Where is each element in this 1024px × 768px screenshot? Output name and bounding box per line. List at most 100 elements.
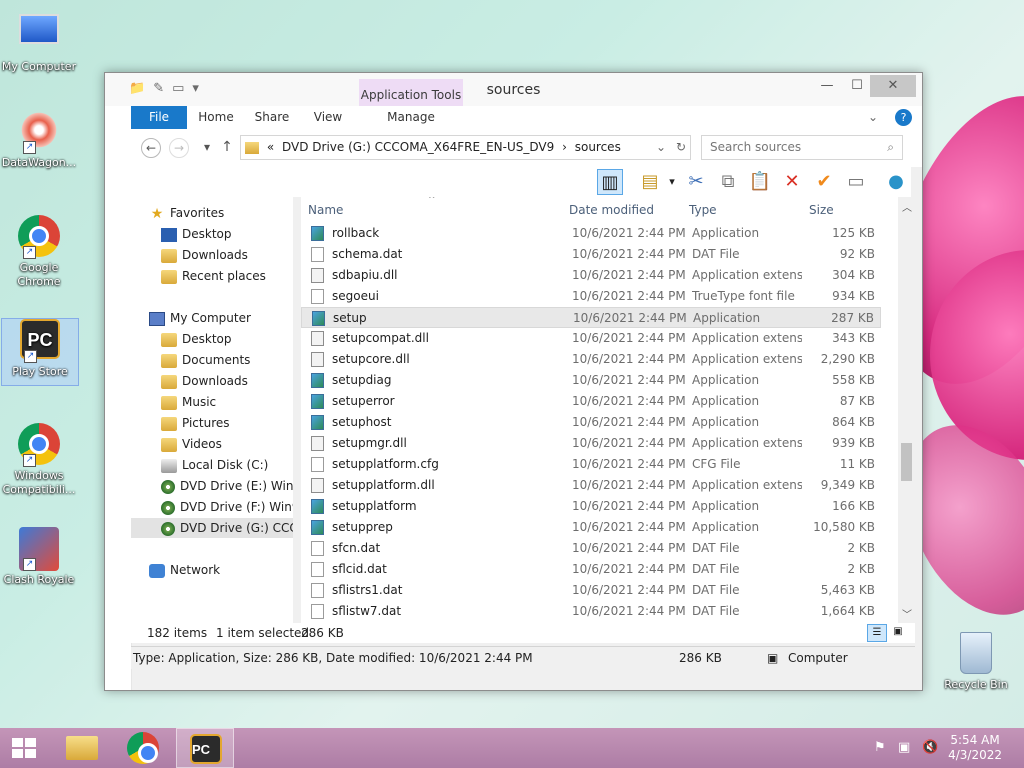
nav-music[interactable]: Music: [161, 392, 293, 412]
start-button[interactable]: [0, 728, 48, 768]
help-icon[interactable]: ?: [895, 109, 912, 126]
nav-dvd-drive-f[interactable]: DVD Drive (F:) Win98: [161, 497, 293, 517]
nav-network[interactable]: Network: [149, 560, 293, 580]
taskbar-emulator[interactable]: PC: [176, 728, 234, 768]
taskbar-chrome[interactable]: [114, 728, 172, 768]
file-row[interactable]: setupprep 10/6/2021 2:44 PM Application 10,…: [301, 517, 881, 538]
address-bar[interactable]: « DVD Drive (G:) CCCOMA_X64FRE_EN-US_DV9…: [240, 135, 691, 160]
up-button[interactable]: ↑: [217, 138, 237, 158]
file-row[interactable]: schema.dat 10/6/2021 2:44 PM DAT File 92 KB: [301, 244, 881, 265]
forward-button[interactable]: →: [169, 138, 189, 158]
desktop-icon-clash-royale[interactable]: ↗ Clash Royale: [0, 527, 78, 587]
address-prefix[interactable]: «: [267, 140, 274, 154]
file-row[interactable]: sflcid.dat 10/6/2021 2:44 PM DAT File 2 KB: [301, 559, 881, 580]
nav-desktop[interactable]: Desktop: [161, 329, 293, 349]
back-button[interactable]: ←: [141, 138, 161, 158]
nav-downloads[interactable]: Downloads: [161, 371, 293, 391]
desktop-icon-play-store[interactable]: PC ↗ Play Store: [1, 318, 79, 386]
file-row[interactable]: setupplatform 10/6/2021 2:44 PM Applicatio…: [301, 496, 881, 517]
tab-manage[interactable]: Manage: [359, 106, 463, 129]
column-header-date[interactable]: Date modified: [569, 203, 654, 217]
rename-icon[interactable]: ▭: [843, 169, 869, 195]
taskbar-file-explorer[interactable]: [54, 728, 112, 768]
file-row[interactable]: setuperror 10/6/2021 2:44 PM Application 87…: [301, 391, 881, 412]
minimize-button[interactable]: —: [812, 75, 842, 97]
file-row[interactable]: rollback 10/6/2021 2:44 PM Application 125 …: [301, 223, 881, 244]
file-row[interactable]: sfcn.dat 10/6/2021 2:44 PM DAT File 2 KB: [301, 538, 881, 559]
file-type: TrueType font file: [692, 289, 795, 303]
file-name: sflcid.dat: [332, 562, 387, 576]
nav-pictures[interactable]: Pictures: [161, 413, 293, 433]
recent-locations-icon[interactable]: ▾: [197, 138, 217, 158]
cut-icon[interactable]: ✂: [683, 169, 709, 195]
tab-view[interactable]: View: [305, 106, 351, 129]
file-row[interactable]: setupplatform.cfg 10/6/2021 2:44 PM CFG Fi…: [301, 454, 881, 475]
dll-icon: [311, 478, 324, 493]
column-header-type[interactable]: Type: [689, 203, 717, 217]
file-row[interactable]: setupcore.dll 10/6/2021 2:44 PM Applicatio…: [301, 349, 881, 370]
file-row[interactable]: setupdiag 10/6/2021 2:44 PM Application 558…: [301, 370, 881, 391]
globe-icon[interactable]: ●: [883, 169, 909, 195]
vertical-scrollbar[interactable]: ︿ ﹀: [898, 197, 915, 623]
file-row[interactable]: setup 10/6/2021 2:44 PM Application 287 KB: [301, 307, 881, 328]
nav-local-disk-c[interactable]: Local Disk (C:): [161, 455, 293, 475]
file-row[interactable]: sflistw7.dat 10/6/2021 2:44 PM DAT File 1,6…: [301, 601, 881, 622]
column-header-name[interactable]: Name: [308, 203, 343, 217]
network-tray-icon[interactable]: ▣: [898, 740, 910, 755]
volume-muted-icon[interactable]: 🔇: [922, 740, 938, 755]
tab-file[interactable]: File: [131, 106, 187, 129]
desktop-icon-windows-compatibility[interactable]: ↗ Windows Compatibili...: [0, 423, 78, 497]
file-row[interactable]: segoeui 10/6/2021 2:44 PM TrueType font fi…: [301, 286, 881, 307]
scroll-up-icon[interactable]: ︿: [902, 199, 912, 214]
nav-videos[interactable]: Videos: [161, 434, 293, 454]
file-icon: [311, 541, 324, 556]
file-size: 92 KB: [839, 247, 875, 261]
tab-home[interactable]: Home: [193, 106, 239, 129]
address-segment-drive[interactable]: DVD Drive (G:) CCCOMA_X64FRE_EN-US_DV9: [282, 140, 554, 154]
nav-fav-recent-places[interactable]: Recent places: [161, 266, 293, 286]
address-dropdown-icon[interactable]: ⌄: [656, 136, 666, 158]
nav-documents[interactable]: Documents: [161, 350, 293, 370]
copy-icon[interactable]: ⧉: [715, 169, 741, 195]
delete-icon[interactable]: ✕: [779, 169, 805, 195]
chevron-down-icon[interactable]: ▾: [659, 169, 685, 195]
maximize-button[interactable]: ☐: [842, 75, 872, 97]
file-row[interactable]: setupcompat.dll 10/6/2021 2:44 PM Applicat…: [301, 328, 881, 349]
large-icons-view-icon[interactable]: ▣: [889, 624, 907, 640]
taskbar-clock[interactable]: 5:54 AM 4/3/2022: [948, 733, 1002, 763]
scroll-down-icon[interactable]: ﹀: [902, 606, 912, 621]
checkmark-icon[interactable]: ✔: [811, 169, 837, 195]
file-row[interactable]: setupmgr.dll 10/6/2021 2:44 PM Application…: [301, 433, 881, 454]
address-segment-sources[interactable]: sources: [575, 140, 621, 154]
nav-my-computer[interactable]: My Computer: [149, 308, 293, 328]
nav-fav-downloads[interactable]: Downloads: [161, 245, 293, 265]
nav-dvd-drive-g[interactable]: DVD Drive (G:) CCCO: [131, 518, 293, 538]
ribbon-expand-icon[interactable]: ⌄: [865, 106, 881, 129]
search-input[interactable]: Search sources ⌕: [701, 135, 903, 160]
details-view-icon[interactable]: ☰: [867, 624, 887, 642]
refresh-icon[interactable]: ↻: [676, 136, 686, 158]
column-header-size[interactable]: Size: [809, 203, 834, 217]
file-row[interactable]: sdbapiu.dll 10/6/2021 2:44 PM Application …: [301, 265, 881, 286]
file-row[interactable]: sflistrs1.dat 10/6/2021 2:44 PM DAT File 5,…: [301, 580, 881, 601]
close-button[interactable]: ✕: [870, 75, 916, 97]
file-type: Application: [692, 415, 760, 429]
desktop-icon-recycle-bin[interactable]: Recycle Bin: [937, 632, 1015, 692]
preview-pane-icon[interactable]: ▥: [597, 169, 623, 195]
desktop-icon-google-chrome[interactable]: ↗ Google Chrome: [0, 215, 78, 289]
nav-fav-desktop[interactable]: Desktop: [161, 224, 293, 244]
scrollbar-thumb[interactable]: [901, 443, 912, 481]
file-size: 11 KB: [839, 457, 875, 471]
file-name: sflistw7.dat: [332, 604, 402, 618]
tab-share[interactable]: Share: [249, 106, 295, 129]
action-center-flag-icon[interactable]: ⚑: [874, 740, 886, 755]
nav-dvd-drive-e[interactable]: DVD Drive (E:) Windo: [161, 476, 293, 496]
address-separator[interactable]: ›: [562, 140, 567, 154]
file-row[interactable]: setuphost 10/6/2021 2:44 PM Application 864…: [301, 412, 881, 433]
nav-favorites[interactable]: ★ Favorites: [149, 203, 293, 223]
file-row[interactable]: setupplatform.dll 10/6/2021 2:44 PM Applic…: [301, 475, 881, 496]
file-type: Application extens...: [692, 352, 802, 366]
desktop-icon-datawagon[interactable]: ↗ DataWagon...: [0, 110, 78, 170]
desktop-icon-my-computer[interactable]: My Computer: [0, 10, 78, 74]
paste-icon[interactable]: 📋: [747, 169, 773, 195]
